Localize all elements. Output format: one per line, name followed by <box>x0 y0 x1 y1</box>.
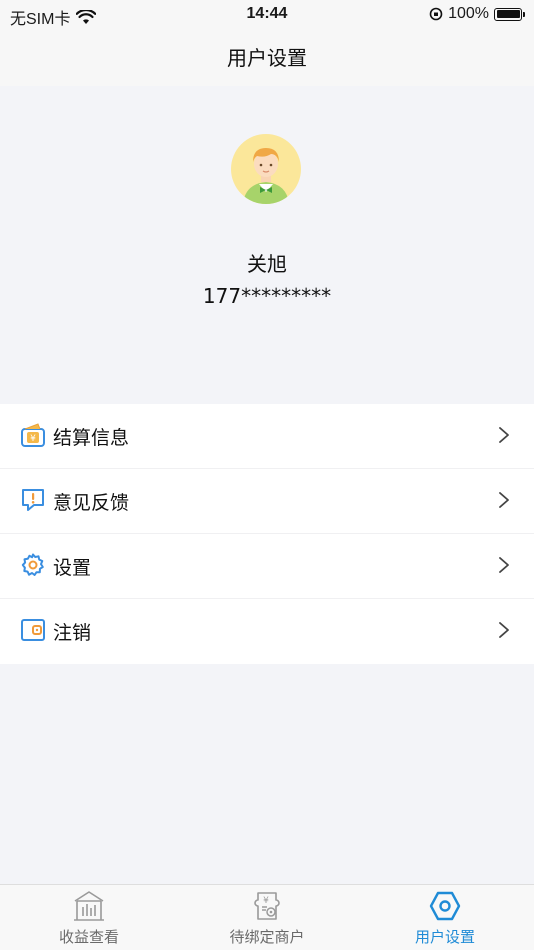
menu-item-settings[interactable]: 设置 <box>0 534 534 599</box>
settings-menu: ¥ 结算信息 意见反馈 设置 注销 <box>0 404 534 664</box>
gear-icon <box>21 553 44 576</box>
hexagon-settings-icon <box>429 891 461 921</box>
menu-item-settlement-info[interactable]: ¥ 结算信息 <box>0 404 534 469</box>
wallet-yuan-icon: ¥ <box>21 423 45 447</box>
tab-bar: 收益查看 ¥ 待绑定商户 用户设置 <box>0 884 534 950</box>
menu-label: 注销 <box>53 622 92 644</box>
logout-card-icon <box>21 619 45 641</box>
menu-label: 结算信息 <box>53 427 130 449</box>
battery-icon <box>494 7 525 21</box>
earnings-building-icon <box>74 891 104 921</box>
avatar[interactable] <box>231 134 301 204</box>
chevron-right-icon <box>499 557 509 573</box>
tab-earnings[interactable]: 收益查看 <box>0 885 178 950</box>
tab-user-settings[interactable]: 用户设置 <box>356 885 534 950</box>
chevron-right-icon <box>499 427 509 443</box>
user-name: 关旭 <box>247 252 287 276</box>
app-screen: 无SIM卡 14:44 100% 用户设置 关旭 177********* ¥ … <box>0 0 534 950</box>
menu-item-logout[interactable]: 注销 <box>0 599 534 664</box>
status-bar: 无SIM卡 14:44 100% <box>0 0 534 30</box>
menu-label: 意见反馈 <box>53 492 130 514</box>
tab-label: 收益查看 <box>58 928 119 946</box>
menu-item-feedback[interactable]: 意见反馈 <box>0 469 534 534</box>
tab-label: 待绑定商户 <box>229 928 305 946</box>
battery-percent: 100% <box>448 5 489 22</box>
page-title: 用户设置 <box>227 46 307 70</box>
orientation-lock-icon <box>429 7 443 21</box>
tab-pending-merchants[interactable]: ¥ 待绑定商户 <box>178 885 356 950</box>
status-right: 100% <box>429 5 525 23</box>
menu-label: 设置 <box>53 557 92 579</box>
merchant-bind-icon: ¥ <box>254 892 280 920</box>
chevron-right-icon <box>499 622 509 638</box>
svg-text:¥: ¥ <box>30 434 36 444</box>
profile-section: 关旭 177********* <box>0 86 534 404</box>
chevron-right-icon <box>499 492 509 508</box>
svg-text:¥: ¥ <box>263 896 269 906</box>
tab-label: 用户设置 <box>414 928 475 946</box>
feedback-icon <box>22 489 44 511</box>
nav-bar: 用户设置 <box>0 30 534 86</box>
user-phone: 177********* <box>202 284 332 308</box>
